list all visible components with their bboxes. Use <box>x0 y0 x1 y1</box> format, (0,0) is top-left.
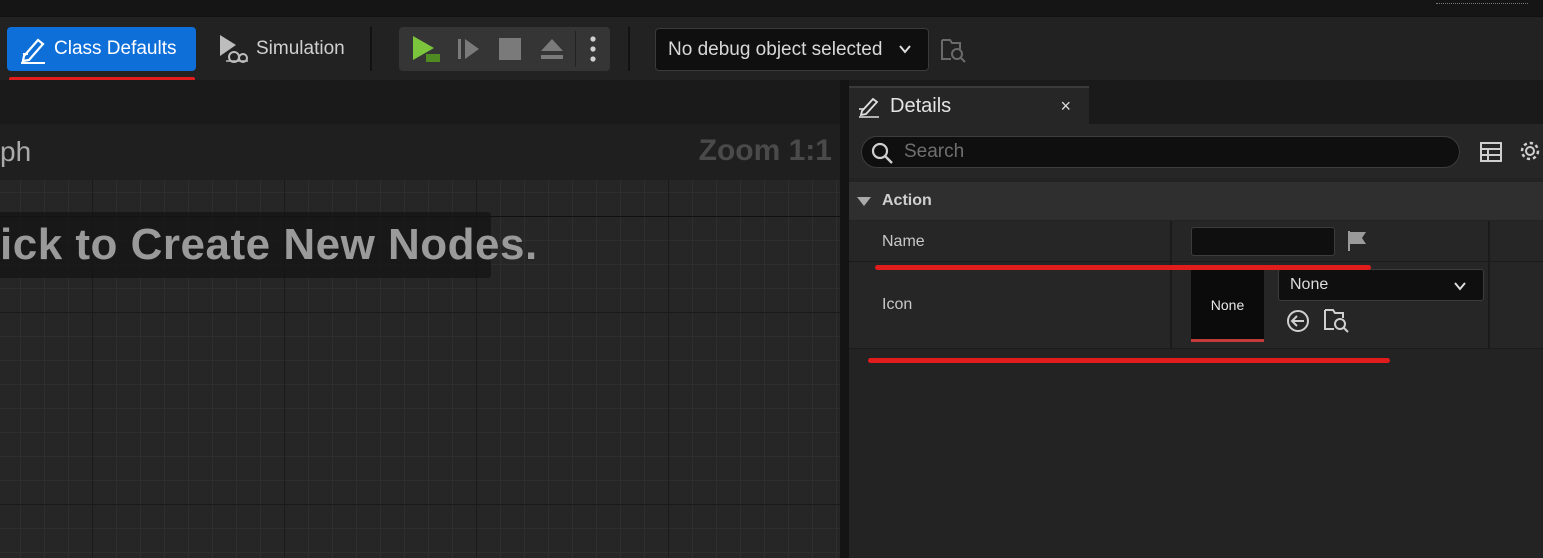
property-matrix-icon[interactable] <box>1479 140 1503 164</box>
category-action-header[interactable]: Action <box>849 182 1543 220</box>
simulation-button[interactable]: Simulation <box>214 27 364 71</box>
create-nodes-hint-text: ick to Create New Nodes. <box>0 220 538 269</box>
column-separator[interactable] <box>1170 262 1172 348</box>
search-placeholder: Search <box>904 141 965 162</box>
icon-thumbnail[interactable]: None <box>1191 270 1264 342</box>
graph-top-band <box>0 80 840 124</box>
class-defaults-button[interactable]: Class Defaults <box>7 27 196 71</box>
property-icon-label: Icon <box>882 296 913 313</box>
flag-icon[interactable] <box>1346 230 1368 252</box>
play-controls-group <box>399 27 610 71</box>
icon-asset-dropdown[interactable]: None <box>1278 269 1484 301</box>
stop-button[interactable] <box>492 27 528 71</box>
property-row-name: Name <box>849 221 1543 262</box>
details-edit-icon <box>859 97 879 118</box>
panel-splitter[interactable] <box>840 80 849 558</box>
details-search-row: Search <box>849 124 1543 178</box>
collapse-arrow-icon <box>857 196 871 206</box>
search-icon <box>871 142 893 164</box>
gear-icon[interactable] <box>1517 138 1543 164</box>
top-strip <box>0 0 1543 16</box>
step-button[interactable] <box>451 27 487 71</box>
column-separator <box>1488 262 1490 348</box>
details-tab-label: Details <box>890 94 952 117</box>
property-name-label: Name <box>882 233 925 250</box>
more-options-button[interactable] <box>579 27 607 71</box>
details-search-input[interactable]: Search <box>861 136 1460 168</box>
zoom-indicator: Zoom 1:1 <box>698 134 832 167</box>
play-group-divider <box>575 31 576 67</box>
main-toolbar: Class Defaults Simulation No debug objec… <box>0 16 1543 81</box>
icon-dropdown-value: None <box>1290 276 1329 293</box>
use-selected-asset-icon[interactable] <box>1286 309 1310 333</box>
chevron-down-icon <box>899 45 911 54</box>
annotation-underline-icon <box>868 358 1390 363</box>
column-separator[interactable] <box>1170 221 1172 261</box>
icon-thumbnail-text: None <box>1210 296 1245 313</box>
play-button[interactable] <box>405 27 445 71</box>
close-icon[interactable]: × <box>1060 96 1071 117</box>
category-action-label: Action <box>882 192 932 209</box>
browse-asset-icon[interactable] <box>1323 307 1349 333</box>
step-icon <box>458 39 479 59</box>
parent-class-underline <box>1436 3 1528 4</box>
details-tab-bar: Details × <box>849 80 1543 124</box>
class-defaults-label: Class Defaults <box>54 38 177 59</box>
graph-canvas[interactable]: ph Zoom 1:1 ick to Create New Nodes. <box>0 80 840 558</box>
graph-title-bar: ph Zoom 1:1 <box>0 124 840 180</box>
debug-object-dropdown[interactable]: No debug object selected <box>655 28 929 71</box>
name-text-field[interactable] <box>1191 227 1335 256</box>
eject-icon <box>541 39 563 59</box>
tab-details[interactable]: Details × <box>849 86 1089 124</box>
toolbar-separator <box>370 27 372 71</box>
kebab-menu-icon <box>590 36 596 62</box>
simulation-label: Simulation <box>256 38 345 59</box>
play-icon <box>413 36 440 62</box>
chevron-down-icon <box>1454 282 1466 291</box>
details-panel: Details × Search Action Name Icon None N… <box>849 80 1543 558</box>
simulation-icon <box>220 35 248 63</box>
debug-object-label: No debug object selected <box>668 38 883 60</box>
stop-icon <box>499 38 521 60</box>
edit-pencil-icon <box>21 38 45 64</box>
editor-window: Class Defaults Simulation No debug objec… <box>0 0 1543 558</box>
toolbar-separator <box>628 27 630 71</box>
eject-button[interactable] <box>533 27 571 71</box>
graph-title: ph <box>0 136 32 167</box>
annotation-underline-name <box>875 265 1371 270</box>
property-row-icon: Icon None None <box>849 262 1543 349</box>
create-nodes-hint: ick to Create New Nodes. <box>0 212 537 278</box>
column-separator <box>1488 221 1490 261</box>
find-debug-object-icon[interactable] <box>940 37 966 63</box>
